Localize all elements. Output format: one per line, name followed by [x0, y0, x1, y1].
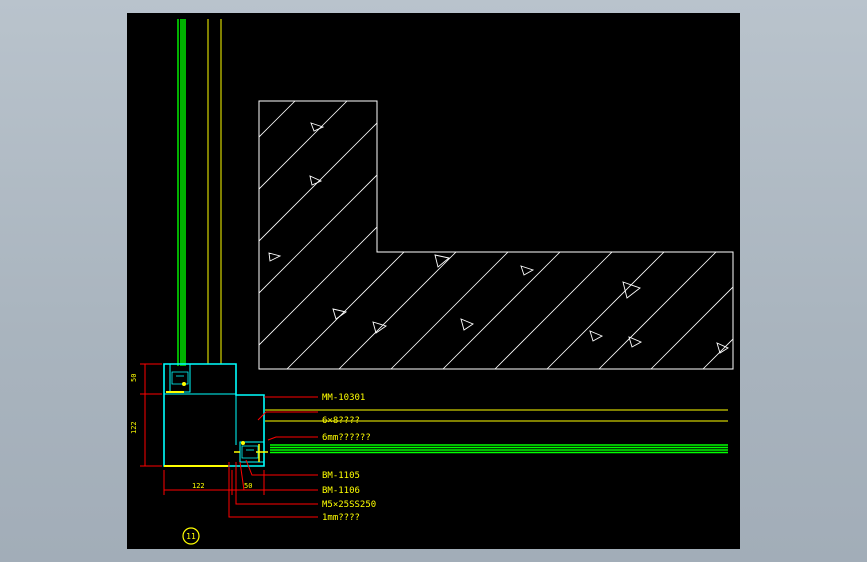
model-space-background	[127, 13, 740, 549]
setting-block	[182, 382, 186, 386]
setting-block	[241, 441, 245, 445]
dim-horizontal-small: 50	[244, 482, 252, 490]
label-m5-bolt: M5×25SS250	[322, 500, 376, 510]
label-bm-1106: BM-1106	[322, 486, 360, 496]
corner-detail-drawing: MM-10301 6×8???? 6mm?????? BM-1105 BM-11…	[0, 13, 867, 549]
label-bm-1105: BM-1105	[322, 471, 360, 481]
label-screw-6x8: 6×8????	[322, 416, 360, 426]
cad-viewport: MM-10301 6×8???? 6mm?????? BM-1105 BM-11…	[0, 0, 867, 562]
label-mm-10301: MM-10301	[322, 393, 365, 403]
label-gasket-1mm: 1mm????	[322, 513, 360, 523]
hatch-line	[776, 100, 867, 400]
dim-vertical-top: 50	[130, 374, 138, 382]
label-glass-6mm: 6mm??????	[322, 433, 371, 443]
dim-horizontal-main: 122	[192, 482, 205, 490]
detail-number: 11	[186, 532, 196, 541]
hatch-line	[723, 101, 733, 369]
hatch-line	[0, 100, 140, 400]
dim-vertical-main: 122	[130, 421, 138, 434]
